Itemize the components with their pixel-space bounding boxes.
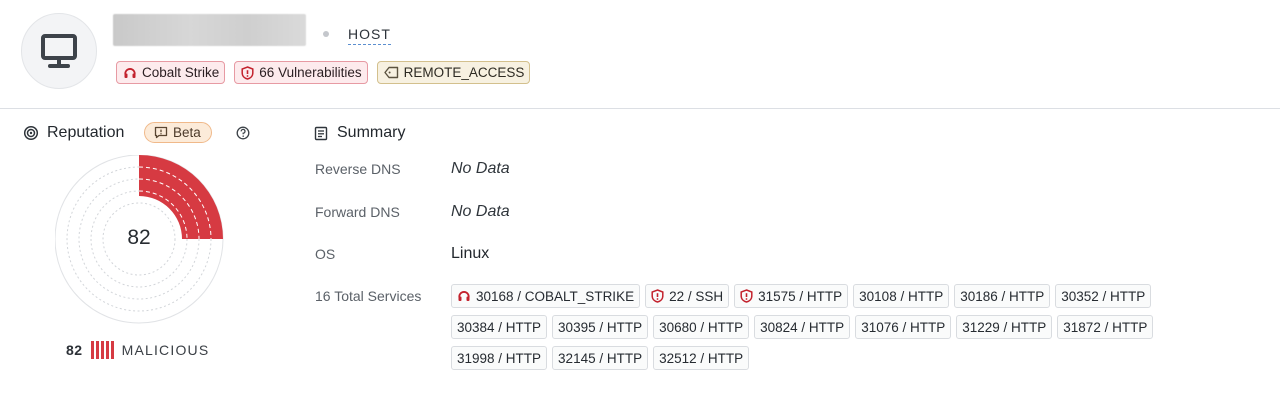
service-label: 30168 / COBALT_STRIKE: [476, 288, 635, 304]
service-label: 32145 / HTTP: [558, 350, 643, 366]
cobalt-strike-icon: [458, 291, 470, 301]
service-label: 30680 / HTTP: [659, 319, 744, 335]
help-icon[interactable]: [236, 126, 250, 140]
gauge-score-arc: [139, 155, 223, 239]
feedback-icon: [154, 126, 168, 139]
malicious-bars-icon: [90, 341, 114, 359]
tag-label: REMOTE_ACCESS: [403, 65, 525, 80]
tag-remote-access[interactable]: REMOTE_ACCESS: [376, 61, 531, 84]
service-chip[interactable]: 22 / SSH: [645, 284, 730, 308]
service-chip[interactable]: 30186 / HTTP: [954, 284, 1051, 308]
host-header: HOST Cobalt Strike 66 Vulnerabilities RE: [0, 0, 1280, 109]
total-services-label: 16 Total Services: [315, 288, 422, 304]
forward-dns-label: Forward DNS: [315, 204, 400, 220]
reputation-verdict: 82 MALICIOUS: [66, 341, 209, 359]
host-avatar: [21, 13, 97, 89]
beta-label: Beta: [173, 125, 201, 140]
service-chip[interactable]: 30384 / HTTP: [451, 315, 548, 339]
service-label: 30395 / HTTP: [558, 319, 643, 335]
services-list: 30168 / COBALT_STRIKE 22 / SSH 31575 / HTT…: [451, 284, 1231, 370]
tag-cobalt-strike[interactable]: Cobalt Strike: [116, 61, 226, 84]
summary-heading: Summary: [314, 124, 405, 142]
cobalt-strike-icon: [124, 67, 136, 78]
service-label: 30108 / HTTP: [859, 288, 944, 304]
service-label: 22 / SSH: [669, 288, 724, 304]
beta-badge[interactable]: Beta: [144, 122, 212, 143]
host-type-label[interactable]: HOST: [348, 26, 391, 45]
tag-icon: [383, 66, 398, 79]
service-label: 30186 / HTTP: [960, 288, 1045, 304]
service-chip[interactable]: 30352 / HTTP: [1055, 284, 1152, 308]
shield-icon: [651, 289, 664, 303]
reputation-title: Reputation: [47, 124, 125, 141]
reverse-dns-value: No Data: [451, 160, 510, 177]
service-label: 30352 / HTTP: [1061, 288, 1146, 304]
service-label: 31575 / HTTP: [758, 288, 843, 304]
summary-title: Summary: [337, 124, 406, 141]
reputation-heading: Reputation: [23, 124, 124, 142]
tag-label: Cobalt Strike: [142, 65, 220, 80]
service-label: 31998 / HTTP: [457, 350, 542, 366]
reverse-dns-label: Reverse DNS: [315, 161, 401, 177]
gauge-score-value: 82: [127, 226, 150, 249]
service-chip[interactable]: 30680 / HTTP: [653, 315, 750, 339]
service-chip[interactable]: 32512 / HTTP: [653, 346, 750, 370]
service-label: 30824 / HTTP: [760, 319, 845, 335]
os-value: Linux: [451, 245, 490, 262]
reputation-gauge: 82: [55, 155, 224, 324]
os-label: OS: [315, 246, 336, 262]
separator-dot: [323, 31, 329, 37]
document-icon: [314, 126, 328, 140]
tag-list: Cobalt Strike 66 Vulnerabilities REMOTE_…: [116, 61, 531, 84]
service-chip[interactable]: 32145 / HTTP: [552, 346, 649, 370]
verdict-label: MALICIOUS: [121, 342, 210, 358]
service-chip[interactable]: 30824 / HTTP: [754, 315, 851, 339]
service-chip[interactable]: 31229 / HTTP: [956, 315, 1053, 339]
shield-icon: [740, 289, 753, 303]
tag-vulnerabilities[interactable]: 66 Vulnerabilities: [234, 61, 368, 84]
service-label: 32512 / HTTP: [659, 350, 744, 366]
monitor-icon: [41, 34, 77, 68]
verdict-score: 82: [66, 342, 83, 358]
tag-label: 66 Vulnerabilities: [259, 65, 362, 80]
service-label: 31229 / HTTP: [962, 319, 1047, 335]
service-label: 31872 / HTTP: [1063, 319, 1148, 335]
redacted-hostname: [113, 14, 306, 46]
target-icon: [23, 125, 39, 141]
service-chip[interactable]: 31076 / HTTP: [855, 315, 952, 339]
shield-icon: [241, 65, 254, 80]
service-label: 30384 / HTTP: [457, 319, 542, 335]
service-chip[interactable]: 30108 / HTTP: [853, 284, 950, 308]
forward-dns-value: No Data: [451, 203, 510, 220]
service-label: 31076 / HTTP: [861, 319, 946, 335]
service-chip[interactable]: 30168 / COBALT_STRIKE: [451, 284, 641, 308]
service-chip[interactable]: 31575 / HTTP: [734, 284, 849, 308]
service-chip[interactable]: 31998 / HTTP: [451, 346, 548, 370]
service-chip[interactable]: 30395 / HTTP: [552, 315, 649, 339]
service-chip[interactable]: 31872 / HTTP: [1057, 315, 1154, 339]
